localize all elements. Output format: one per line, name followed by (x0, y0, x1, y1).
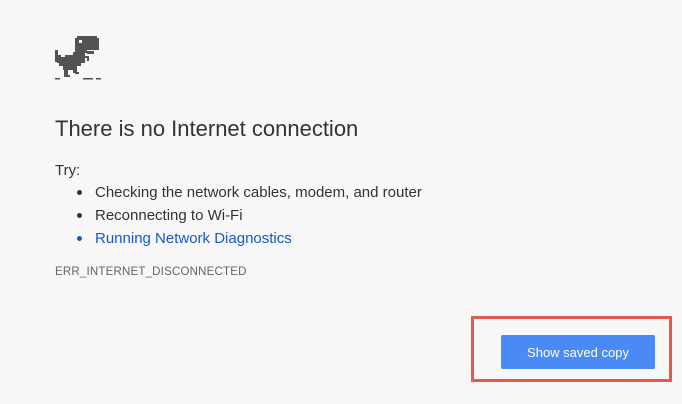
suggestion-item-check-cables: Checking the network cables, modem, and … (55, 181, 422, 204)
offline-dino-icon (55, 36, 101, 80)
error-code: ERR_INTERNET_DISCONNECTED (55, 266, 247, 278)
suggestion-item-reconnect-wifi: Reconnecting to Wi-Fi (55, 204, 422, 227)
suggestion-item-diagnostics: Running Network Diagnostics (55, 227, 422, 250)
suggestion-text: Reconnecting to Wi-Fi (95, 207, 243, 224)
suggestion-text: Checking the network cables, modem, and … (95, 184, 422, 201)
show-saved-copy-button[interactable]: Show saved copy (501, 335, 655, 369)
page-title: There is no Internet connection (55, 116, 359, 141)
try-label: Try: (55, 162, 81, 179)
suggestions-list: Checking the network cables, modem, and … (55, 181, 422, 250)
network-diagnostics-link[interactable]: Running Network Diagnostics (95, 230, 292, 247)
offline-error-page: There is no Internet connection Try: Che… (0, 0, 682, 404)
bullet-icon (77, 213, 82, 218)
bullet-icon (77, 190, 82, 195)
bullet-icon (77, 236, 82, 241)
